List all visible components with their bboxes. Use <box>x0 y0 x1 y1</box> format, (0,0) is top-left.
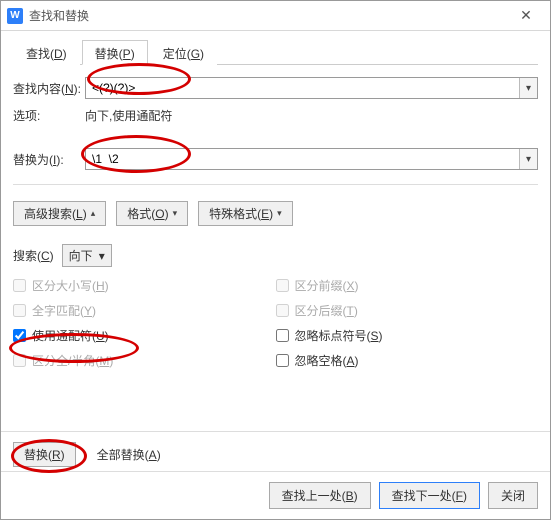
chevron-up-icon: ▴ <box>91 208 96 219</box>
chevron-down-icon: ▾ <box>277 208 282 219</box>
check-wildcards[interactable]: 使用通配符(U) <box>13 327 276 344</box>
search-direction-select[interactable]: 向下 ▾ <box>62 244 112 267</box>
check-prefix: 区分前缀(X) <box>276 277 539 294</box>
replace-row: 替换为(I): ▾ <box>13 148 538 170</box>
search-direction-row: 搜索(C) 向下 ▾ <box>13 244 538 267</box>
find-combo[interactable]: ▾ <box>85 77 538 99</box>
chevron-down-icon[interactable]: ▾ <box>519 149 537 169</box>
format-button-row: 高级搜索(L) ▴ 格式(O) ▾ 特殊格式(E) ▾ <box>13 201 538 226</box>
tab-goto[interactable]: 定位(G) <box>150 40 217 65</box>
replace-button[interactable]: 替换(R) <box>13 442 76 467</box>
advanced-search-button[interactable]: 高级搜索(L) ▴ <box>13 201 106 226</box>
app-icon: W <box>7 8 23 24</box>
options-label: 选项: <box>13 107 85 124</box>
options-grid: 区分大小写(H) 区分前缀(X) 全字匹配(Y) 区分后缀(T) 使用通配符(U… <box>13 277 538 369</box>
check-suffix: 区分后缀(T) <box>276 302 539 319</box>
format-button[interactable]: 格式(O) ▾ <box>116 201 188 226</box>
close-button[interactable]: 关闭 <box>488 482 538 509</box>
title-bar: W 查找和替换 ✕ <box>1 1 550 31</box>
replace-button-row: 替换(R) 全部替换(A) <box>1 431 550 471</box>
divider <box>13 184 538 185</box>
special-format-button[interactable]: 特殊格式(E) ▾ <box>198 201 293 226</box>
check-full-half: 区分全/半角(M) <box>13 352 276 369</box>
footer-button-row: 查找上一处(B) 查找下一处(F) 关闭 <box>1 471 550 519</box>
find-input[interactable] <box>86 78 519 98</box>
check-ignore-punct[interactable]: 忽略标点符号(S) <box>276 327 539 344</box>
options-row: 选项: 向下,使用通配符 <box>13 107 538 124</box>
replace-label: 替换为(I): <box>13 151 85 168</box>
chevron-down-icon: ▾ <box>99 249 105 263</box>
check-match-case: 区分大小写(H) <box>13 277 276 294</box>
find-replace-dialog: W 查找和替换 ✕ 查找(D) 替换(P) 定位(G) 查找内容(N): ▾ <box>0 0 551 520</box>
tab-bar: 查找(D) 替换(P) 定位(G) <box>13 39 538 65</box>
check-ignore-space[interactable]: 忽略空格(A) <box>276 352 539 369</box>
find-label: 查找内容(N): <box>13 80 85 97</box>
tab-find[interactable]: 查找(D) <box>13 40 80 65</box>
find-next-button[interactable]: 查找下一处(F) <box>379 482 480 509</box>
check-whole-word: 全字匹配(Y) <box>13 302 276 319</box>
replace-all-button[interactable]: 全部替换(A) <box>86 442 172 467</box>
chevron-down-icon[interactable]: ▾ <box>519 78 537 98</box>
search-direction-label: 搜索(C) <box>13 247 54 264</box>
chevron-down-icon: ▾ <box>173 208 178 219</box>
tab-replace[interactable]: 替换(P) <box>82 40 148 65</box>
find-row: 查找内容(N): ▾ <box>13 77 538 99</box>
replace-input[interactable] <box>86 149 519 169</box>
options-value: 向下,使用通配符 <box>85 107 172 124</box>
close-icon[interactable]: ✕ <box>506 2 546 30</box>
find-prev-button[interactable]: 查找上一处(B) <box>269 482 371 509</box>
replace-combo[interactable]: ▾ <box>85 148 538 170</box>
window-title: 查找和替换 <box>29 7 506 24</box>
